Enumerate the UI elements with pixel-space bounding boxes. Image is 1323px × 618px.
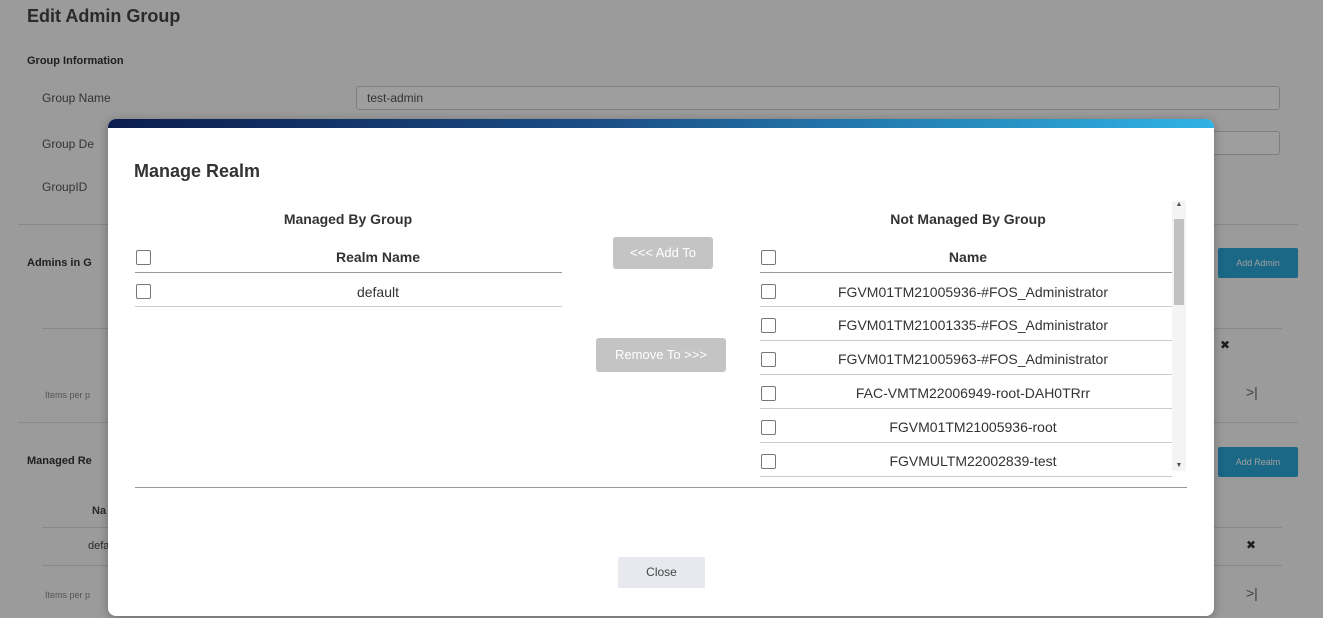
unmanaged-row-checkbox[interactable] <box>761 284 776 299</box>
name-column-header: Name <box>948 249 988 265</box>
row-divider <box>760 340 1172 341</box>
scroll-up-arrow-icon[interactable]: ▲ <box>1172 201 1186 208</box>
realm-name-column-header: Realm Name <box>335 249 421 265</box>
managed-row-checkbox[interactable] <box>136 284 151 299</box>
unmanaged-realm-item: FGVM01TM21001335-#FOS_Administrator <box>838 317 1108 333</box>
header-divider <box>760 272 1172 273</box>
remove-to-button[interactable]: Remove To >>> <box>596 338 726 372</box>
unmanaged-row-checkbox[interactable] <box>761 318 776 333</box>
unmanaged-realm-item: FGVM01TM21005963-#FOS_Administrator <box>838 351 1108 367</box>
row-divider <box>760 306 1172 307</box>
header-divider <box>135 272 562 273</box>
add-to-button[interactable]: <<< Add To <box>613 237 713 269</box>
not-managed-by-group-heading: Not Managed By Group <box>890 211 1046 227</box>
row-divider <box>135 306 562 307</box>
row-divider <box>760 476 1172 477</box>
row-divider <box>760 442 1172 443</box>
content-divider <box>135 487 1187 488</box>
unmanaged-realm-item: FGVMULTM22002839-test <box>889 453 1057 469</box>
row-divider <box>760 408 1172 409</box>
modal-accent-bar <box>108 119 1214 128</box>
unmanaged-realm-item: FGVM01TM21005936-#FOS_Administrator <box>838 284 1108 300</box>
select-all-unmanaged-checkbox[interactable] <box>761 250 776 265</box>
unmanaged-row-checkbox[interactable] <box>761 386 776 401</box>
row-divider <box>760 374 1172 375</box>
unmanaged-realm-item: FGVM01TM21005936-root <box>889 419 1057 435</box>
managed-realm-default: default <box>356 284 400 300</box>
unmanaged-realm-item: FAC-VMTM22006949-root-DAH0TRrr <box>855 385 1091 401</box>
scrollbar-thumb[interactable] <box>1174 219 1184 305</box>
unmanaged-row-checkbox[interactable] <box>761 454 776 469</box>
modal-title: Manage Realm <box>134 161 261 181</box>
unmanaged-row-checkbox[interactable] <box>761 352 776 367</box>
select-all-managed-checkbox[interactable] <box>136 250 151 265</box>
manage-realm-modal: Manage Realm Managed By Group Realm Name… <box>108 119 1214 616</box>
unmanaged-row-checkbox[interactable] <box>761 420 776 435</box>
close-button[interactable]: Close <box>618 557 705 588</box>
managed-by-group-heading: Managed By Group <box>283 211 413 227</box>
scrollbar[interactable]: ▲ ▼ <box>1172 201 1186 471</box>
scroll-down-arrow-icon[interactable]: ▼ <box>1172 462 1186 469</box>
